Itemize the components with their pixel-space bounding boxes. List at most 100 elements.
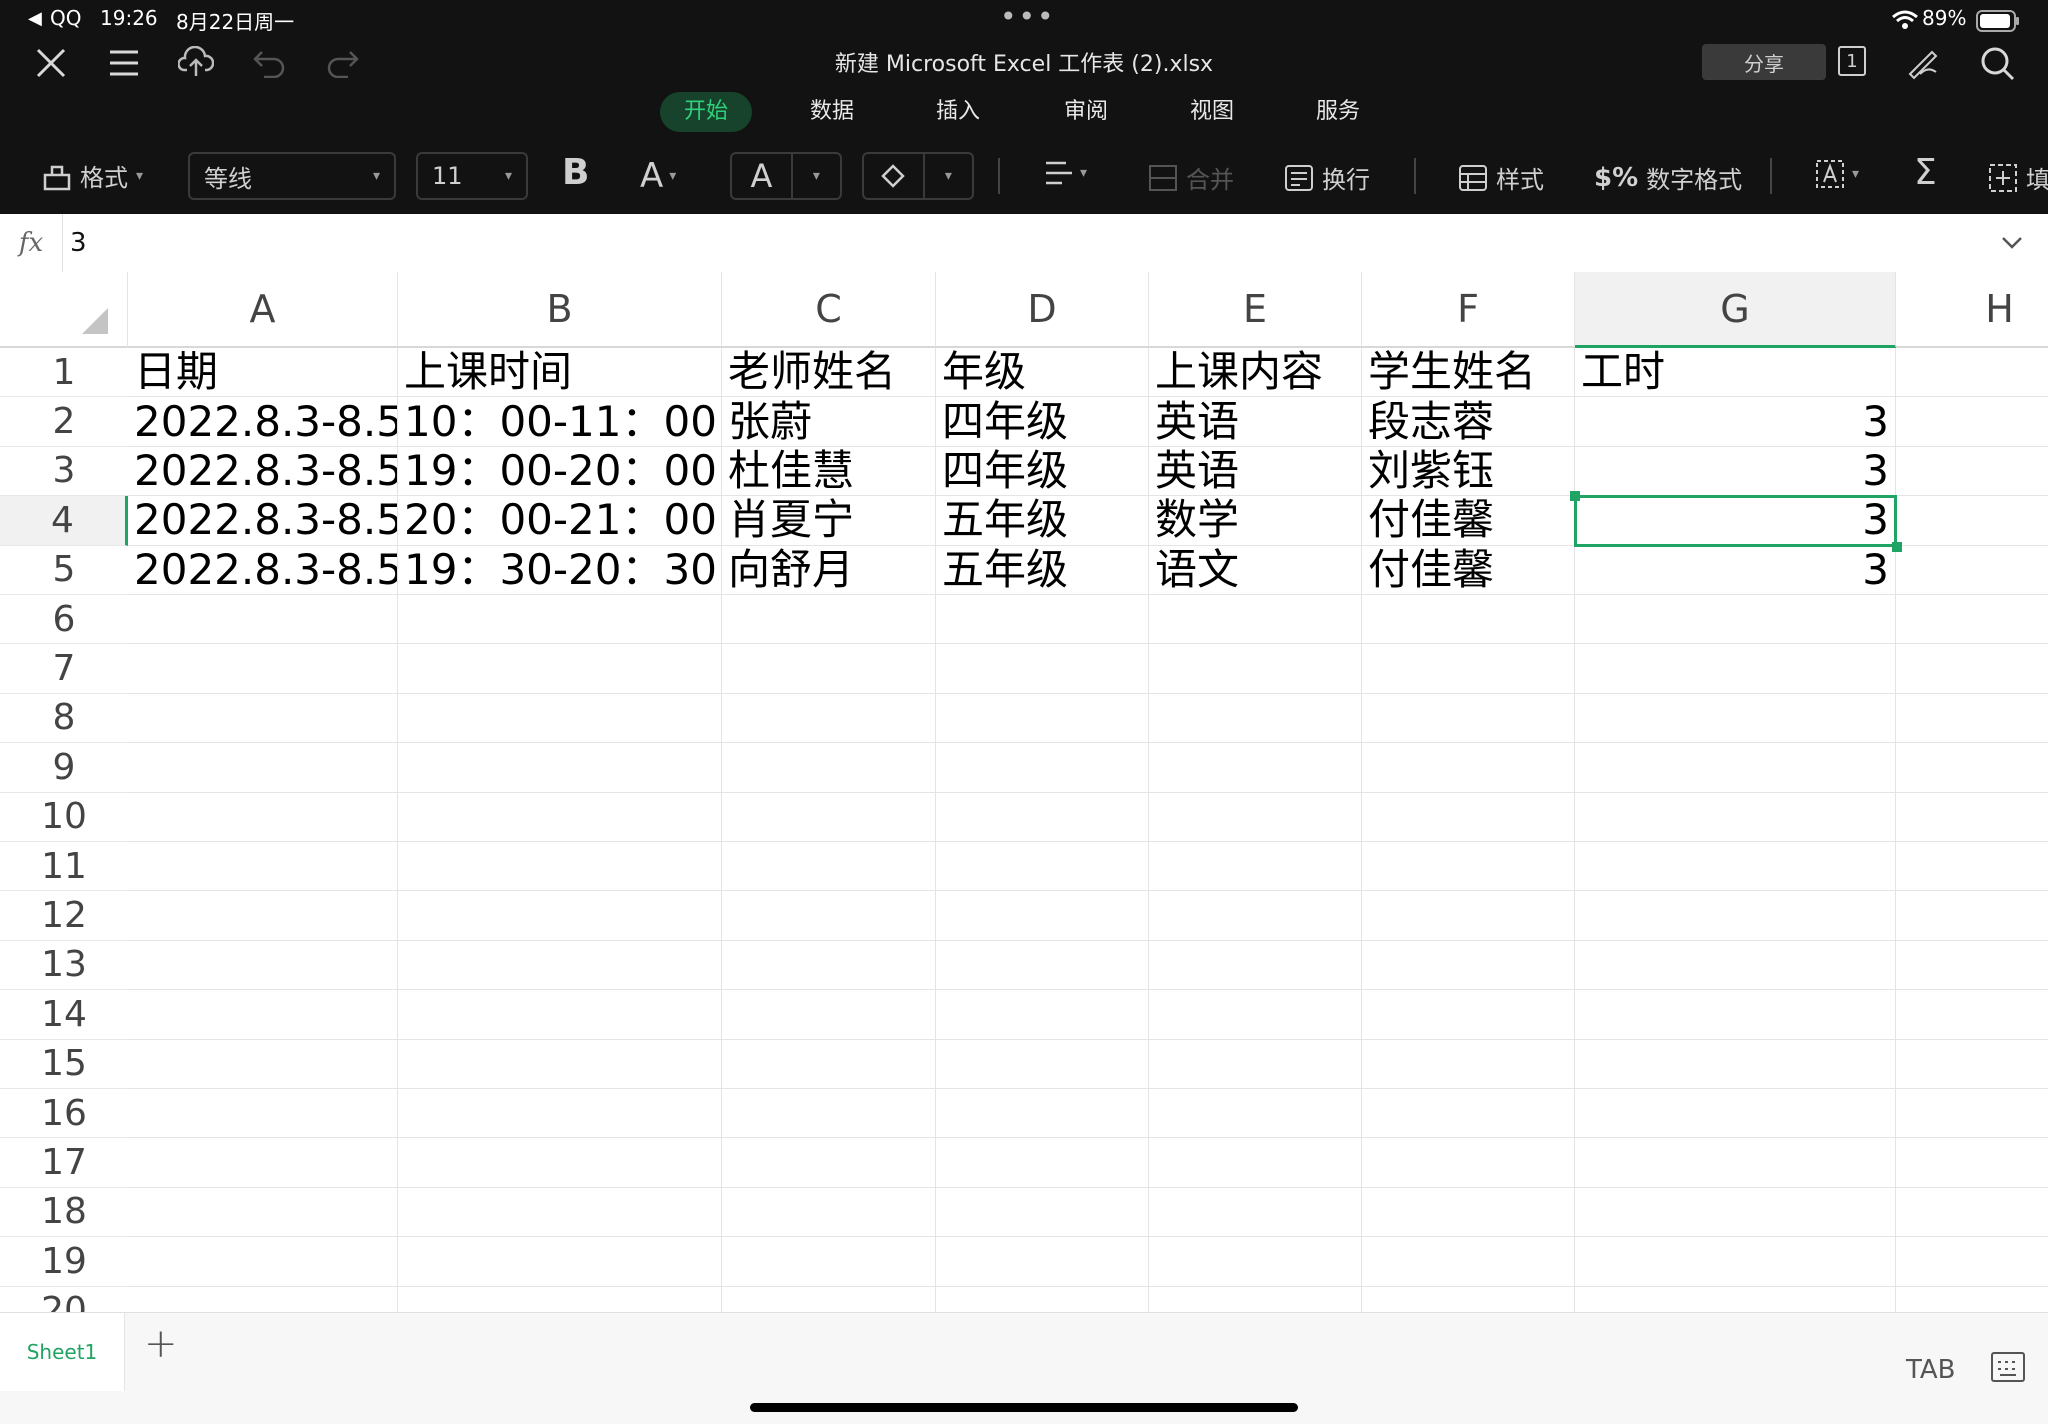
cell-c13[interactable] <box>722 940 936 991</box>
cell-g9[interactable] <box>1575 743 1896 793</box>
cell-e12[interactable] <box>1149 891 1362 941</box>
cell-e2[interactable]: 英语 <box>1149 397 1362 447</box>
cell-c14[interactable] <box>722 990 936 1040</box>
cloud-upload-icon[interactable] <box>178 46 214 78</box>
cell-d19[interactable] <box>936 1237 1149 1287</box>
cell-c1[interactable]: 老师姓名 <box>722 348 936 398</box>
multitask-dots-icon[interactable]: ••• <box>1000 0 1056 33</box>
cell-h2[interactable] <box>1896 397 2048 447</box>
cell-d7[interactable] <box>936 644 1149 694</box>
cell-b5[interactable]: 19：30-20：30 <box>398 545 722 595</box>
cell-c9[interactable] <box>722 743 936 793</box>
cell-a9[interactable] <box>128 743 398 793</box>
cell-b16[interactable] <box>398 1089 722 1139</box>
cell-c17[interactable] <box>722 1138 936 1188</box>
cell-a2[interactable]: 2022.8.3-8.5 <box>128 397 398 447</box>
cell-h15[interactable] <box>1896 1040 2048 1089</box>
row-header-6[interactable]: 6 <box>0 595 128 645</box>
cell-c3[interactable]: 杜佳慧 <box>722 446 936 497</box>
cell-c11[interactable] <box>722 842 936 892</box>
fill-button[interactable]: 填 <box>1988 160 2048 195</box>
row-header-3[interactable]: 3 <box>0 446 128 497</box>
cell-a15[interactable] <box>128 1039 398 1089</box>
menu-icon[interactable] <box>108 48 140 78</box>
cell-g17[interactable] <box>1575 1138 1896 1188</box>
tab-key-button[interactable]: TAB <box>1906 1355 1956 1385</box>
cell-f9[interactable] <box>1362 743 1575 793</box>
cell-f2[interactable]: 段志蓉 <box>1362 397 1575 447</box>
tab-data[interactable]: 数据 <box>786 92 878 132</box>
number-format-button[interactable]: $% 数字格式 <box>1594 160 1742 195</box>
cell-g11[interactable] <box>1575 842 1896 892</box>
cell-g20[interactable] <box>1575 1286 1896 1312</box>
cell-b13[interactable] <box>398 940 722 991</box>
cell-a12[interactable] <box>128 891 398 941</box>
cell-b6[interactable] <box>398 595 722 645</box>
cell-d2[interactable]: 四年级 <box>936 397 1149 447</box>
tab-review[interactable]: 审阅 <box>1040 92 1132 132</box>
format-painter-button[interactable]: 格式 ▾ <box>42 158 143 193</box>
chevron-down-icon[interactable]: ▾ <box>793 168 840 184</box>
cell-a17[interactable] <box>128 1138 398 1188</box>
row-header-8[interactable]: 8 <box>0 693 128 744</box>
cell-a11[interactable] <box>128 842 398 892</box>
cell-c2[interactable]: 张蔚 <box>722 397 936 447</box>
cell-c12[interactable] <box>722 891 936 941</box>
cell-c4[interactable]: 肖夏宁 <box>722 496 936 546</box>
cell-e6[interactable] <box>1149 595 1362 645</box>
column-header-d[interactable]: D <box>936 272 1149 348</box>
text-box-button[interactable]: ▾ <box>1814 158 1859 190</box>
cell-f17[interactable] <box>1362 1138 1575 1188</box>
cell-g14[interactable] <box>1575 990 1896 1040</box>
tab-home[interactable]: 开始 <box>660 92 752 132</box>
keyboard-icon[interactable] <box>1990 1351 2026 1383</box>
cell-d5[interactable]: 五年级 <box>936 545 1149 595</box>
font-size-select[interactable]: 11 ▾ <box>416 152 528 200</box>
cell-f18[interactable] <box>1362 1187 1575 1238</box>
cell-f4[interactable]: 付佳馨 <box>1362 496 1575 546</box>
chevron-down-icon[interactable] <box>2000 232 2024 252</box>
cell-c5[interactable]: 向舒月 <box>722 545 936 595</box>
column-header-a[interactable]: A <box>128 272 398 348</box>
cell-g15[interactable] <box>1575 1039 1896 1089</box>
cell-e16[interactable] <box>1149 1089 1362 1139</box>
cell-style-button[interactable]: 样式 <box>1458 160 1544 195</box>
cell-h20[interactable] <box>1896 1287 2048 1312</box>
redo-icon[interactable] <box>326 48 360 78</box>
column-header-f[interactable]: F <box>1362 272 1575 348</box>
autosum-icon[interactable]: Σ <box>1914 152 1937 193</box>
cell-b19[interactable] <box>398 1237 722 1287</box>
search-icon[interactable] <box>1980 46 2016 82</box>
cell-c16[interactable] <box>722 1089 936 1139</box>
chevron-down-icon[interactable]: ▾ <box>925 168 972 184</box>
row-header-9[interactable]: 9 <box>0 743 128 793</box>
back-app-label[interactable]: QQ <box>50 6 81 30</box>
cell-b4[interactable]: 20：00-21：00 <box>398 496 722 546</box>
cell-d3[interactable]: 四年级 <box>936 446 1149 497</box>
bold-button[interactable]: B <box>562 152 589 193</box>
cell-b2[interactable]: 10：00-11：00 <box>398 397 722 447</box>
cell-c18[interactable] <box>722 1187 936 1238</box>
cell-f15[interactable] <box>1362 1039 1575 1089</box>
cell-d4[interactable]: 五年级 <box>936 496 1149 546</box>
cell-a14[interactable] <box>128 990 398 1040</box>
row-header-16[interactable]: 16 <box>0 1089 128 1139</box>
cell-g16[interactable] <box>1575 1089 1896 1139</box>
cell-b7[interactable] <box>398 644 722 694</box>
cell-a19[interactable] <box>128 1237 398 1287</box>
cell-a4[interactable]: 2022.8.3-8.5 <box>128 496 398 546</box>
cell-d11[interactable] <box>936 842 1149 892</box>
font-color-button[interactable]: A <box>732 157 791 195</box>
cell-d18[interactable] <box>936 1187 1149 1238</box>
cell-a8[interactable] <box>128 693 398 744</box>
cell-e19[interactable] <box>1149 1237 1362 1287</box>
cell-d1[interactable]: 年级 <box>936 348 1149 398</box>
row-header-12[interactable]: 12 <box>0 891 128 941</box>
cell-e3[interactable]: 英语 <box>1149 446 1362 497</box>
cell-e9[interactable] <box>1149 743 1362 793</box>
cell-g10[interactable] <box>1575 792 1896 842</box>
cell-a16[interactable] <box>128 1089 398 1139</box>
column-header-c[interactable]: C <box>722 272 936 348</box>
cell-g8[interactable] <box>1575 693 1896 744</box>
select-all-corner[interactable] <box>0 272 128 348</box>
